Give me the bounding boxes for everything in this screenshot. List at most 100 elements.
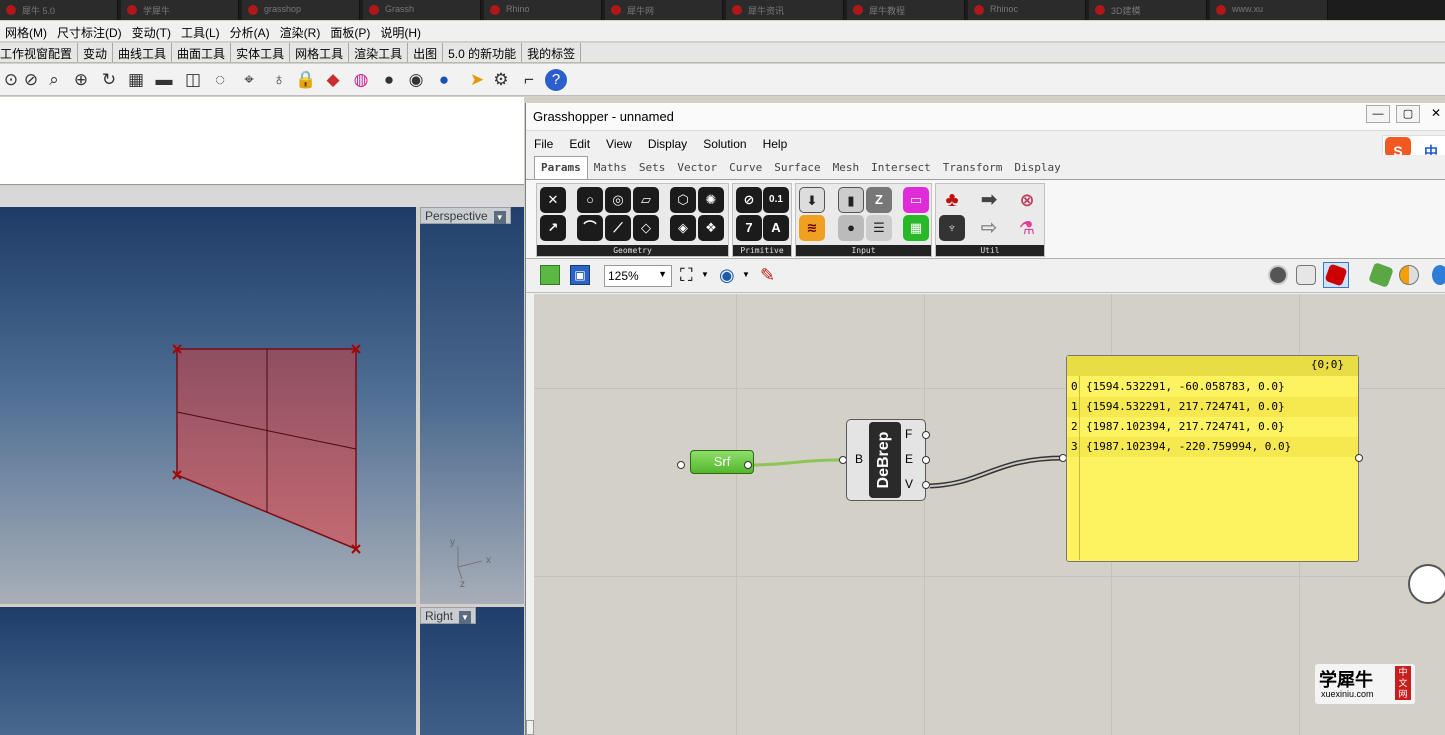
gear-icon[interactable]: ⚙ [490,69,512,91]
arc-param-icon[interactable]: ⌒ [577,215,603,241]
material-icon[interactable]: ◆ [322,69,344,91]
four-viewports-icon[interactable]: ▦ [125,69,147,91]
chevron-down-icon[interactable]: ▼ [701,270,709,279]
open-file-icon[interactable] [540,265,560,285]
minimize-icon[interactable]: — [1366,105,1390,123]
text-param-icon[interactable]: A [763,215,789,241]
tab-surface[interactable]: Surface [768,155,826,174]
taskbar-item[interactable]: Rhinoc [968,0,1086,20]
number-param-icon[interactable]: 0.1 [763,187,789,213]
shaded-preview-button[interactable] [1323,262,1349,288]
tab-mesh[interactable]: Mesh [827,155,866,174]
rotate-view-icon[interactable]: ↻ [98,69,120,91]
zoom-window-icon[interactable]: ⊙ [0,69,22,91]
data-dam-icon[interactable]: ⊗ [1014,187,1040,213]
taskbar-item[interactable]: grasshop [242,0,360,20]
menu-help[interactable]: 说明(H) [375,21,426,41]
panel-component[interactable]: {0;0} 0 {1594.532291, -60.058783, 0.0} 1{… [1066,355,1359,562]
colour-swatch-icon[interactable]: ▦ [903,215,929,241]
point-param-icon[interactable]: ✕ [540,187,566,213]
slider-icon[interactable]: Z [866,187,892,213]
zoom-extents-icon[interactable]: ⊘ [20,69,42,91]
gradient-icon[interactable]: ▭ [903,187,929,213]
tab-vector[interactable]: Vector [671,155,723,174]
srf-output-port[interactable] [744,461,752,469]
custom-preview-icon[interactable] [1432,265,1445,285]
ribbon-group-label[interactable]: Primitive [733,245,791,256]
debrep-output-port-f[interactable] [922,431,930,439]
maximize-icon[interactable]: ▢ [1396,105,1420,123]
menu-file[interactable]: File [526,133,561,151]
taskbar-item[interactable]: 犀牛资讯 [726,0,844,20]
tab-curve[interactable]: Curve [723,155,768,174]
color-wheel-icon[interactable]: ◍ [350,69,372,91]
save-file-icon[interactable]: ▣ [570,265,590,285]
mesh-param-icon[interactable]: ✺ [698,187,724,213]
surface-geometry[interactable] [0,207,416,604]
vector-param-icon[interactable]: ↗ [540,215,566,241]
tab-new-in-v5[interactable]: 5.0 的新功能 [443,43,523,62]
tab-viewport-layout[interactable]: 工作视窗配置 [0,43,79,62]
preview-off-icon[interactable] [1268,265,1288,285]
surface-param-icon[interactable]: ▱ [633,187,659,213]
menu-edit[interactable]: Edit [561,133,598,151]
chevron-down-icon[interactable]: ▼ [742,270,750,279]
ribbon-group-label[interactable]: Input [796,245,931,256]
taskbar-item[interactable]: 学犀牛 [121,0,239,20]
zoom-extents-icon[interactable]: ⛶ [680,265,693,285]
zoom-selected-icon[interactable]: ⌕ [43,69,65,91]
taskbar-item[interactable]: 犀牛网 [605,0,723,20]
tab-render-tools[interactable]: 渲染工具 [349,43,409,62]
tab-my-tab[interactable]: 我的标签 [522,43,582,62]
sphere-icon[interactable]: ● [378,69,400,91]
value-list-icon[interactable]: ☰ [866,215,892,241]
zoom-target-icon[interactable]: ⊕ [70,69,92,91]
import-icon[interactable]: ⬇ [799,187,825,213]
ribbon-group-label[interactable]: Geometry [537,245,728,256]
menu-dimension[interactable]: 尺寸标注(D) [52,21,127,41]
taskbar-item[interactable]: 犀牛 5.0 [0,0,118,20]
tab-surface-tools[interactable]: 曲面工具 [172,43,232,62]
pointer-icon[interactable]: ➤ [466,69,488,91]
zoom-select[interactable]: 125% ▼ [604,265,672,287]
graph-mapper-icon[interactable]: ≋ [799,215,825,241]
menu-mesh[interactable]: 网格(M) [0,21,52,41]
line-param-icon[interactable]: ⟋ [605,215,631,241]
taskbar-item[interactable]: www.xu [1210,0,1328,20]
arrow-outline-icon[interactable]: ⇨ [976,215,1002,241]
taskbar-item[interactable]: 犀牛教程 [847,0,965,20]
taskbar-item[interactable]: 3D建模 [1089,0,1207,20]
partial-node-icon[interactable] [1408,564,1445,604]
render-icon[interactable]: ◫ [182,69,204,91]
right-viewport[interactable]: Right ▼ [420,607,524,735]
ime-indicator[interactable]: S 中 [1382,135,1445,160]
plane-param-icon[interactable]: ◇ [633,215,659,241]
tab-curve-tools[interactable]: 曲线工具 [113,43,173,62]
blue-sphere-icon[interactable]: ● [433,69,455,91]
crop-icon[interactable]: ⌐ [518,69,540,91]
chevron-down-icon[interactable]: ▼ [658,269,667,279]
tab-sets[interactable]: Sets [633,155,672,174]
tab-transform[interactable]: 变动 [78,43,114,62]
taskbar-item[interactable]: Rhino [484,0,602,20]
object-snap-icon[interactable]: ⌖ [238,69,260,91]
boolean-param-icon[interactable]: ⊘ [736,187,762,213]
arrow-icon[interactable]: ➡ [976,187,1002,213]
srf-input-port[interactable] [677,461,685,469]
bottom-left-viewport[interactable] [0,607,416,735]
curve-param-icon[interactable]: ◎ [605,187,631,213]
light-bulb-icon[interactable]: ♁ [268,69,290,91]
integer-param-icon[interactable]: 7 [736,215,762,241]
tab-params[interactable]: Params [534,156,588,179]
taskbar-item[interactable]: Grassh [363,0,481,20]
menu-solution[interactable]: Solution [695,133,754,151]
menu-help[interactable]: Help [755,133,796,151]
cherry-icon[interactable]: ♣ [939,187,965,213]
tab-intersect[interactable]: Intersect [865,155,937,174]
box-param-icon[interactable]: ⬡ [670,187,696,213]
scrollbar-handle[interactable] [526,720,534,735]
toggle-icon[interactable]: ▮ [838,187,864,213]
debrep-output-port-v[interactable] [922,481,930,489]
ribbon-group-label[interactable]: Util [936,245,1044,256]
car-icon[interactable]: ▬ [153,69,175,91]
